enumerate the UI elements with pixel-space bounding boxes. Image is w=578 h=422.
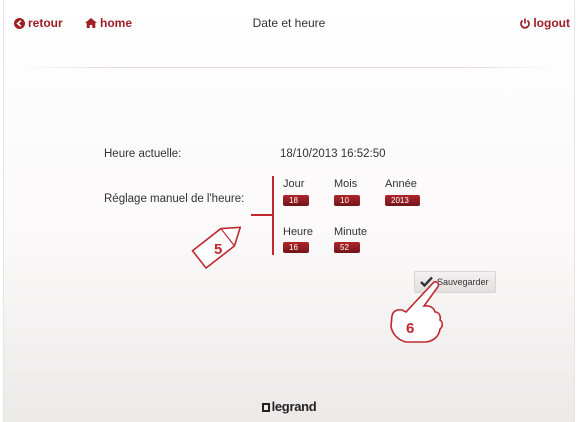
- callout-bracket-stem: [251, 214, 273, 216]
- day-label: Jour: [283, 178, 305, 190]
- page-title: Date et heure: [252, 16, 326, 30]
- hour-label: Heure: [283, 226, 313, 238]
- current-time-label: Heure actuelle:: [104, 148, 182, 160]
- app-screen: retour home Date et heure logout Heure a…: [3, 0, 575, 422]
- callout-marker-5: 5: [191, 226, 242, 270]
- brand-name: legrand: [271, 399, 317, 414]
- current-time-value: 18/10/2013 16:52:50: [280, 148, 386, 160]
- minute-label: Minute: [334, 226, 368, 238]
- callout-6-number: 6: [406, 320, 414, 337]
- logout-button[interactable]: logout: [520, 16, 570, 30]
- legrand-logo: legrand: [4, 399, 574, 414]
- power-icon: [520, 18, 531, 29]
- month-field[interactable]: 10: [334, 195, 360, 206]
- header-divider: [20, 67, 558, 68]
- year-field[interactable]: 2013: [385, 195, 420, 206]
- legrand-logo-mark: [261, 403, 270, 412]
- manual-setting-label: Réglage manuel de l'heure:: [104, 193, 245, 205]
- callout-5-number: 5: [214, 241, 222, 258]
- month-label: Mois: [334, 178, 358, 190]
- minute-field[interactable]: 52: [334, 242, 360, 253]
- hour-field[interactable]: 16: [283, 242, 309, 253]
- year-label: Année: [385, 178, 417, 190]
- pointing-hand-icon: 6: [390, 281, 444, 343]
- day-field[interactable]: 18: [283, 195, 309, 206]
- logout-label: logout: [533, 16, 570, 30]
